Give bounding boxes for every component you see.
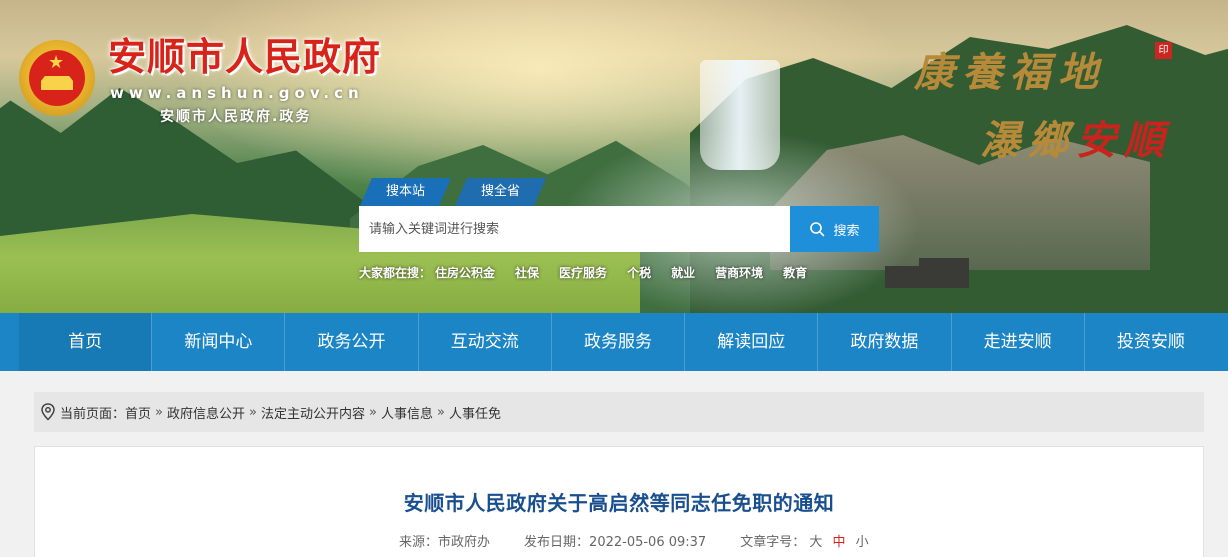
tab-search-province[interactable]: 搜全省 (455, 178, 546, 206)
font-size-medium-button[interactable]: 中 (833, 535, 846, 550)
site-subtitle: 安顺市人民政府.政务 (160, 109, 312, 125)
font-size-label: 文章字号： (740, 535, 806, 550)
breadcrumb-link-gov-info[interactable]: 政府信息公开 (167, 403, 245, 422)
location-pin-icon (40, 403, 56, 421)
hot-term-link[interactable]: 营商环境 (715, 264, 763, 281)
nav-item-interaction[interactable]: 互动交流 (417, 313, 551, 371)
hot-term-link[interactable]: 个税 (627, 264, 651, 281)
breadcrumb-label: 当前页面： (60, 406, 126, 422)
search-icon (810, 222, 825, 237)
font-size-small-button[interactable]: 小 (856, 535, 869, 550)
article-meta: 来源：市政府办 发布日期：2022-05-06 09:37 文章字号： 大 中 … (399, 531, 869, 550)
breadcrumb-link-statutory[interactable]: 法定主动公开内容 (261, 403, 365, 422)
nav-item-news[interactable]: 新闻中心 (151, 313, 284, 371)
article-title: 安顺市人民政府关于高启然等同志任免职的通知 (403, 491, 835, 515)
slogan-line-1: 康養福地 (914, 49, 1106, 96)
breadcrumb-link-personnel[interactable]: 人事信息 (381, 403, 433, 422)
slogan-line-2a: 瀑鄉 (980, 117, 1076, 164)
search-scope-tabs: 搜本站 搜全省 (360, 178, 550, 206)
breadcrumb-separator: » (436, 404, 445, 420)
search-button-label: 搜索 (833, 223, 860, 239)
hot-term-link[interactable]: 医疗服务 (559, 264, 607, 281)
slogan-line-2: 瀑鄉安順 (980, 108, 1172, 166)
article-panel: 安顺市人民政府关于高启然等同志任免职的通知 来源：市政府办 发布日期：2022-… (34, 446, 1204, 557)
slogan-line-2b: 安順 (1076, 117, 1172, 164)
breadcrumb-link-appointments[interactable]: 人事任免 (449, 403, 501, 422)
breadcrumb: 当前页面： 首页 » 政府信息公开 » 法定主动公开内容 » 人事信息 » 人事… (34, 392, 1204, 432)
tab-search-site[interactable]: 搜本站 (360, 178, 451, 206)
hot-searches: 大家都在搜： 住房公积金 社保 医疗服务 个税 就业 营商环境 教育 (359, 264, 827, 281)
main-navigation-bar: 首页 新闻中心 政务公开 互动交流 政务服务 解读回应 政府数据 走进安顺 投资… (0, 313, 1228, 371)
main-navigation: 首页 新闻中心 政务公开 互动交流 政务服务 解读回应 政府数据 走进安顺 投资… (19, 313, 1217, 371)
hot-term-link[interactable]: 教育 (783, 264, 807, 281)
site-title[interactable]: 安顺市人民政府 (108, 34, 381, 80)
breadcrumb-separator: » (249, 404, 257, 420)
date-label: 发布日期： (524, 535, 590, 550)
font-size-large-button[interactable]: 大 (809, 535, 822, 550)
nav-item-data[interactable]: 政府数据 (817, 313, 950, 371)
source-value: 市政府办 (438, 535, 491, 550)
hot-term-link[interactable]: 社保 (515, 264, 539, 281)
banner-houses (885, 252, 975, 292)
hot-term-link[interactable]: 就业 (671, 264, 695, 281)
nav-item-about[interactable]: 走进安顺 (950, 313, 1084, 371)
breadcrumb-separator: » (369, 404, 377, 420)
nav-item-gov-affairs[interactable]: 政务公开 (284, 313, 417, 371)
site-url: www.anshun.gov.cn (110, 84, 364, 102)
nav-item-home[interactable]: 首页 (19, 313, 152, 371)
hot-searches-label: 大家都在搜： (359, 266, 432, 280)
seal-stamp-icon: 印 (1155, 42, 1172, 59)
article-date: 发布日期：2022-05-06 09:37 (524, 531, 706, 550)
font-size-controls: 文章字号： 大 中 小 (740, 531, 868, 550)
national-emblem-logo[interactable]: ★ (19, 40, 95, 116)
article-source: 来源：市政府办 (399, 531, 490, 550)
source-label: 来源： (399, 535, 439, 550)
nav-item-interpretation[interactable]: 解读回应 (684, 313, 817, 371)
breadcrumb-separator: » (155, 404, 163, 420)
search-box: 搜索 (359, 206, 879, 252)
date-value: 2022-05-06 09:37 (589, 535, 707, 550)
search-button[interactable]: 搜索 (790, 206, 879, 252)
header-banner: ★ 安顺市人民政府 www.anshun.gov.cn 安顺市人民政府.政务 康… (0, 0, 1228, 313)
breadcrumb-link-home[interactable]: 首页 (125, 403, 151, 422)
search-input[interactable] (359, 206, 790, 252)
nav-item-services[interactable]: 政务服务 (550, 313, 684, 371)
nav-item-invest[interactable]: 投资安顺 (1083, 313, 1217, 371)
hot-term-link[interactable]: 住房公积金 (435, 264, 495, 281)
